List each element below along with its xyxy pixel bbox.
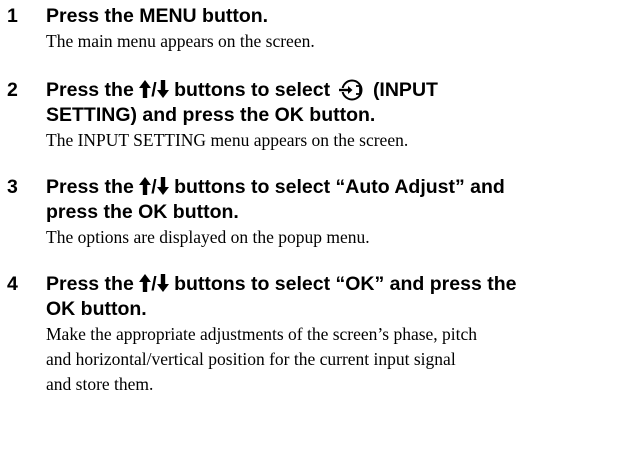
title-line2: press the OK button. xyxy=(46,201,239,223)
description-line: and horizontal/vertical position for the… xyxy=(46,349,456,369)
description-line: Make the appropriate adjustments of the … xyxy=(46,324,478,344)
title-prefix: Press the xyxy=(46,176,134,198)
input-setting-icon xyxy=(338,79,363,101)
step-title: Press the / buttons to select “Auto Adju… xyxy=(46,175,629,225)
title-line1-rest: buttons to select “Auto Adjust” and xyxy=(174,176,505,198)
up-arrow-icon xyxy=(139,274,152,292)
down-arrow-icon xyxy=(156,177,169,195)
description-line: and store them. xyxy=(46,374,154,394)
step-description: The main menu appears on the screen. xyxy=(46,31,315,51)
up-arrow-icon xyxy=(139,80,152,98)
title-line1-end: (INPUT xyxy=(372,79,438,101)
step-number: 2 xyxy=(7,79,18,101)
title-prefix: Press the xyxy=(46,79,134,101)
step-title: Press the MENU button. xyxy=(46,5,269,27)
step-1: 1 Press the MENU button. The main menu a… xyxy=(0,4,629,54)
step-description: The INPUT SETTING menu appears on the sc… xyxy=(46,130,409,150)
step-description: The options are displayed on the popup m… xyxy=(46,227,370,247)
step-4: 4 Press the / buttons to select “OK” and… xyxy=(0,272,629,397)
step-number: 1 xyxy=(7,5,18,27)
title-prefix: Press the xyxy=(46,273,134,295)
down-arrow-icon xyxy=(156,80,169,98)
title-line1-rest: buttons to select “OK” and press the xyxy=(174,273,517,295)
step-description: Make the appropriate adjustments of the … xyxy=(46,322,629,397)
title-buttons-text: buttons to select xyxy=(174,79,331,101)
up-arrow-icon xyxy=(139,177,152,195)
step-number: 4 xyxy=(7,273,18,295)
step-3: 3 Press the / buttons to select “Auto Ad… xyxy=(0,175,629,250)
down-arrow-icon xyxy=(156,274,169,292)
instruction-steps: 1 Press the MENU button. The main menu a… xyxy=(0,0,629,419)
step-title: Press the / buttons to select (INPUT SET… xyxy=(46,78,629,128)
step-title: Press the / buttons to select “OK” and p… xyxy=(46,272,629,322)
step-number: 3 xyxy=(7,176,18,198)
step-2: 2 Press the / buttons to select (INPUT S… xyxy=(0,78,629,153)
title-line2: SETTING) and press the OK button. xyxy=(46,104,376,126)
title-line2: OK button. xyxy=(46,298,147,320)
